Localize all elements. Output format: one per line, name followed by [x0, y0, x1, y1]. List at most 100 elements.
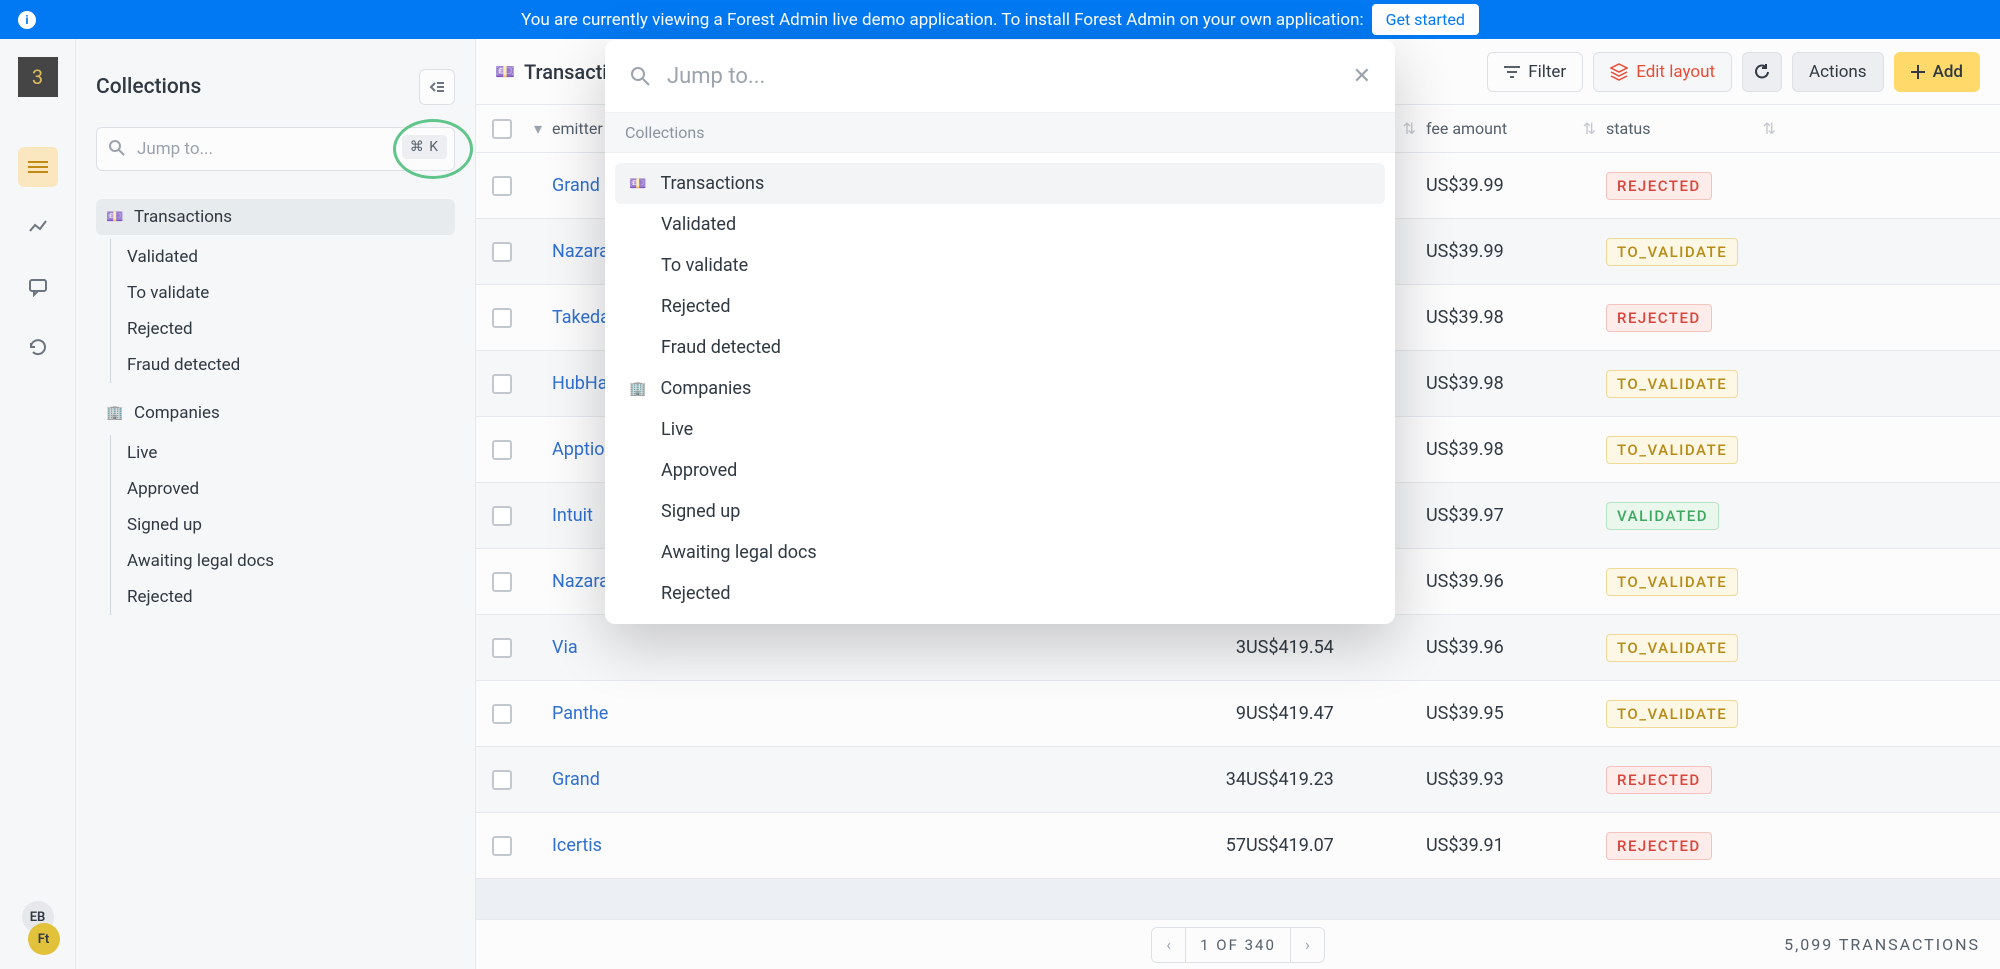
status-badge: TO_VALIDATE	[1606, 370, 1738, 398]
modal-item[interactable]: Awaiting legal docs	[615, 532, 1385, 573]
truncated-cell: 57	[1202, 835, 1246, 856]
close-icon[interactable]: ✕	[1353, 64, 1371, 89]
table-row[interactable]: Grand34US$419.23US$39.93REJECTED	[476, 747, 2000, 813]
row-checkbox[interactable]	[492, 638, 512, 658]
table-row[interactable]: Icertis57US$419.07US$39.91REJECTED	[476, 813, 2000, 879]
row-checkbox[interactable]	[492, 572, 512, 592]
row-checkbox[interactable]	[492, 374, 512, 394]
status-badge: REJECTED	[1606, 832, 1712, 860]
chevron-down-icon: ▾	[534, 119, 542, 138]
filter-button[interactable]: Filter	[1487, 52, 1583, 92]
table-row[interactable]: Via3US$419.54US$39.96TO_VALIDATE	[476, 615, 2000, 681]
rail-data-icon[interactable]	[18, 147, 58, 187]
emitter-link[interactable]: Nazara	[552, 241, 609, 262]
actions-button[interactable]: Actions	[1792, 52, 1884, 92]
fee-cell: US$39.96	[1426, 571, 1606, 592]
emitter-link[interactable]: Panthe	[552, 703, 608, 724]
app-logo[interactable]: 3	[18, 57, 58, 97]
add-button[interactable]: Add	[1894, 52, 1980, 92]
truncated-cell: 3	[1202, 637, 1246, 658]
select-all[interactable]: ▾	[492, 119, 552, 139]
highlight-annotation	[393, 119, 473, 179]
sidebar-group-label: Companies	[134, 403, 220, 423]
sidebar-item[interactable]: Awaiting legal docs	[117, 543, 455, 579]
col-fee[interactable]: fee amount⇅	[1426, 119, 1606, 138]
collapse-sidebar-button[interactable]	[419, 69, 455, 105]
emitter-link[interactable]: Icertis	[552, 835, 602, 856]
modal-item[interactable]: Approved	[615, 450, 1385, 491]
row-checkbox[interactable]	[492, 308, 512, 328]
sidebar-item[interactable]: Signed up	[117, 507, 455, 543]
modal-item[interactable]: Rejected	[615, 573, 1385, 614]
sidebar-item[interactable]: Rejected	[117, 579, 455, 615]
row-checkbox[interactable]	[492, 176, 512, 196]
row-checkbox[interactable]	[492, 770, 512, 790]
sidebar-item[interactable]: To validate	[117, 275, 455, 311]
modal-item[interactable]: Validated	[615, 204, 1385, 245]
checkbox-icon	[492, 119, 512, 139]
col-status[interactable]: status⇅	[1606, 119, 1786, 138]
vat-cell: US$419.54	[1246, 637, 1426, 658]
filter-icon	[1504, 65, 1520, 79]
modal-search-input[interactable]	[667, 64, 1337, 89]
status-badge: REJECTED	[1606, 172, 1712, 200]
modal-item[interactable]: Signed up	[615, 491, 1385, 532]
sidebar-item[interactable]: Fraud detected	[117, 347, 455, 383]
sidebar-item[interactable]: Validated	[117, 239, 455, 275]
sidebar-item[interactable]: Live	[117, 435, 455, 471]
rail-history-icon[interactable]	[18, 327, 58, 367]
sidebar: Collections ⌘ K 💷TransactionsValidatedTo…	[76, 39, 476, 969]
sidebar-title: Collections	[96, 75, 201, 99]
row-checkbox[interactable]	[492, 440, 512, 460]
user-avatars[interactable]: EB Ft	[18, 901, 58, 949]
status-badge: VALIDATED	[1606, 502, 1719, 530]
sidebar-group-transactions[interactable]: 💷Transactions	[96, 199, 455, 235]
emitter-link[interactable]: HubHa	[552, 373, 608, 394]
status-badge: TO_VALIDATE	[1606, 568, 1738, 596]
vat-cell: US$419.23	[1246, 769, 1426, 790]
record-count: 5,099 TRANSACTIONS	[1784, 935, 1980, 954]
emitter-link[interactable]: Grand	[552, 175, 600, 196]
row-checkbox[interactable]	[492, 704, 512, 724]
modal-group[interactable]: 💷Transactions	[615, 163, 1385, 204]
next-page-button[interactable]: ›	[1290, 928, 1324, 962]
sidebar-item[interactable]: Approved	[117, 471, 455, 507]
sort-icon: ⇅	[1763, 119, 1776, 138]
emitter-link[interactable]: Intuit	[552, 505, 593, 526]
status-badge: TO_VALIDATE	[1606, 238, 1738, 266]
emitter-link[interactable]: Grand	[552, 769, 600, 790]
fee-cell: US$39.99	[1426, 175, 1606, 196]
layers-icon	[1610, 63, 1628, 81]
sidebar-item[interactable]: Rejected	[117, 311, 455, 347]
modal-group[interactable]: 🏢Companies	[615, 368, 1385, 409]
row-checkbox[interactable]	[492, 506, 512, 526]
emitter-link[interactable]: Takeda	[552, 307, 610, 328]
table-footer: ‹ 1 OF 340 › 5,099 TRANSACTIONS	[476, 919, 2000, 969]
emitter-link[interactable]: Nazara	[552, 571, 609, 592]
modal-list: 💷TransactionsValidatedTo validateRejecte…	[605, 153, 1395, 624]
rail-analytics-icon[interactable]	[18, 207, 58, 247]
fee-cell: US$39.91	[1426, 835, 1606, 856]
status-badge: REJECTED	[1606, 766, 1712, 794]
table-row[interactable]: Panthe9US$419.47US$39.95TO_VALIDATE	[476, 681, 2000, 747]
fee-cell: US$39.98	[1426, 307, 1606, 328]
fee-cell: US$39.98	[1426, 373, 1606, 394]
modal-item[interactable]: Live	[615, 409, 1385, 450]
edit-layout-button[interactable]: Edit layout	[1593, 52, 1732, 92]
get-started-button[interactable]: Get started	[1372, 4, 1479, 35]
prev-page-button[interactable]: ‹	[1152, 928, 1186, 962]
search-icon	[108, 139, 126, 157]
modal-item[interactable]: To validate	[615, 245, 1385, 286]
jump-to-modal: ✕ Collections 💷TransactionsValidatedTo v…	[605, 40, 1395, 624]
row-checkbox[interactable]	[492, 242, 512, 262]
emitter-link[interactable]: Via	[552, 637, 578, 658]
emitter-link[interactable]: Apptio	[552, 439, 605, 460]
refresh-button[interactable]	[1742, 52, 1782, 92]
demo-banner: i You are currently viewing a Forest Adm…	[0, 0, 2000, 39]
collection-icon: 💷	[496, 63, 514, 81]
rail-chat-icon[interactable]	[18, 267, 58, 307]
sidebar-group-companies[interactable]: 🏢Companies	[96, 395, 455, 431]
modal-item[interactable]: Rejected	[615, 286, 1385, 327]
row-checkbox[interactable]	[492, 836, 512, 856]
modal-item[interactable]: Fraud detected	[615, 327, 1385, 368]
